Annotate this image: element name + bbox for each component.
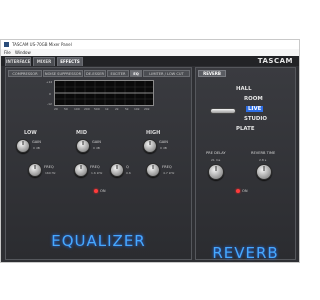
high-freq-value: 4.7 kHz — [163, 171, 175, 175]
subtab-exciter[interactable]: EXCITER — [107, 70, 129, 77]
title-bar[interactable]: TASCAM US-70GB Mixer Panel — [1, 40, 299, 49]
menu-window[interactable]: Window — [15, 49, 31, 56]
top-tab-bar: INTERFACE MIXER EFFECTS TASCAM — [1, 56, 299, 66]
reverb-time-value: 2.8 s — [259, 158, 267, 162]
reverb-type-selector-lever[interactable] — [210, 108, 236, 114]
freq-label: 20 — [54, 107, 58, 111]
freq-label: 100 — [74, 107, 80, 111]
low-freq-label: FREQ — [44, 165, 54, 169]
window-title: TASCAM US-70GB Mixer Panel — [12, 42, 72, 47]
low-band-title: LOW — [24, 130, 37, 136]
mid-band-title: MID — [76, 130, 87, 136]
graph-freq-labels: 20 50 100 200 500 1k 2k 5k 10k 20k — [54, 107, 154, 112]
eq-on-label: ON — [100, 189, 106, 193]
pre-delay-label: PRE DELAY — [206, 151, 226, 155]
mid-freq-value: 1.6 kHz — [91, 171, 103, 175]
subtab-noise-suppressor[interactable]: NOISE SUPPRESSOR — [43, 70, 83, 77]
mid-gain-label: GAIN — [92, 140, 101, 144]
reverb-type-live[interactable]: LIVE — [246, 106, 264, 112]
reverb-type-room[interactable]: ROOM — [244, 96, 263, 102]
mid-freq-label: FREQ — [90, 165, 100, 169]
freq-label: 10k — [134, 107, 140, 111]
subtab-limiter-low-cut[interactable]: LIMITER / LOW CUT — [143, 70, 190, 77]
mid-gain-value: 0 dB — [93, 146, 100, 150]
brand-logo: TASCAM — [257, 57, 293, 65]
high-freq-knob[interactable] — [146, 163, 160, 177]
high-freq-label: FREQ — [162, 165, 172, 169]
mid-freq-knob[interactable] — [74, 163, 88, 177]
subtab-de-esser[interactable]: DE-ESSER — [84, 70, 106, 77]
reverb-time-knob[interactable] — [256, 164, 272, 180]
tab-reverb[interactable]: REVERB — [198, 70, 226, 77]
high-gain-knob[interactable] — [143, 139, 157, 153]
app-icon — [4, 42, 9, 47]
tab-interface[interactable]: INTERFACE — [5, 57, 31, 66]
freq-label: 500 — [94, 107, 100, 111]
subtab-eq[interactable]: EQ — [130, 70, 142, 77]
tab-mixer[interactable]: MIXER — [33, 57, 55, 66]
reverb-section-title: REVERB — [212, 244, 279, 262]
low-gain-label: GAIN — [32, 140, 41, 144]
reverb-on-led[interactable] — [236, 189, 240, 193]
eq-curve-graph — [54, 80, 154, 106]
freq-label: 1k — [105, 107, 109, 111]
reverb-panel: REVERB HALL ROOM LIVE STUDIO PLATE PRE D… — [195, 67, 296, 262]
mixer-panel-window: TASCAM US-70GB Mixer Panel File Window I… — [0, 39, 300, 263]
subtab-compressor[interactable]: COMPRESSOR — [8, 70, 42, 77]
equalizer-section-title: EQUALIZER — [51, 232, 146, 250]
pre-delay-value: 21 ms — [211, 158, 221, 162]
freq-label: 20k — [144, 107, 150, 111]
reverb-type-hall[interactable]: HALL — [236, 86, 252, 92]
freq-label: 2k — [115, 107, 119, 111]
reverb-on-label: ON — [242, 189, 248, 193]
freq-label: 200 — [84, 107, 90, 111]
low-gain-value: 0 dB — [33, 146, 40, 150]
mid-q-label: Q — [126, 165, 129, 169]
eq-on-led[interactable] — [94, 189, 98, 193]
mid-gain-knob[interactable] — [76, 139, 90, 153]
low-freq-knob[interactable] — [28, 163, 42, 177]
db-label: 0 — [49, 92, 51, 96]
freq-label: 50 — [64, 107, 68, 111]
menu-file[interactable]: File — [4, 49, 11, 56]
high-gain-label: GAIN — [159, 140, 168, 144]
db-label: -12 — [47, 102, 52, 106]
tab-effects[interactable]: EFFECTS — [57, 57, 83, 66]
low-freq-value: 160 Hz — [45, 171, 56, 175]
reverb-time-label: REVERB TIME — [251, 151, 276, 155]
high-band-title: HIGH — [146, 130, 161, 136]
mid-q-knob[interactable] — [110, 163, 124, 177]
mixer-app: INTERFACE MIXER EFFECTS TASCAM COMPRESSO… — [1, 56, 299, 262]
db-label: +12 — [46, 80, 53, 84]
high-gain-value: 0 dB — [160, 146, 167, 150]
menu-bar: File Window — [1, 49, 299, 56]
freq-label: 5k — [125, 107, 129, 111]
pre-delay-knob[interactable] — [208, 164, 224, 180]
reverb-type-studio[interactable]: STUDIO — [244, 116, 267, 122]
low-gain-knob[interactable] — [16, 139, 30, 153]
reverb-type-plate[interactable]: PLATE — [236, 126, 255, 132]
mid-q-value: 0.6 — [126, 171, 131, 175]
